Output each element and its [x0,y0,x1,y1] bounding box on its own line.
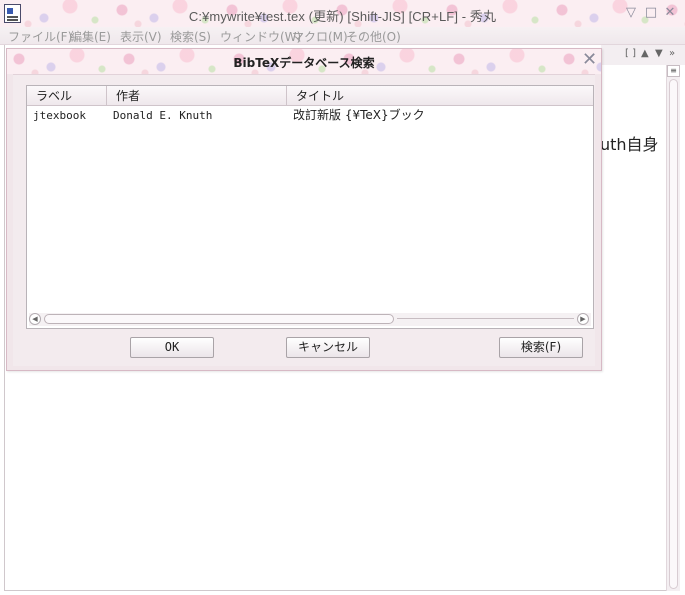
bracket-icon[interactable]: [ ] [625,48,636,59]
menu-macro[interactable]: マクロ(M) [292,28,348,45]
menu-file[interactable]: ファイル(F) [8,28,72,45]
chevron-right-icon[interactable]: » [669,48,675,59]
menu-bar: ファイル(F) 編集(E) 表示(V) 検索(S) ウィンドウ(W) マクロ(M… [0,27,685,45]
ok-button[interactable]: OK [130,337,214,358]
horizontal-scroll-track[interactable] [397,318,574,321]
results-horizontal-scrollbar[interactable]: ◀ ▶ [29,313,591,326]
dialog-body: ラベル 作者 タイトル jtexbook Donald E. Knuth 改訂新… [13,74,595,366]
results-list[interactable]: ラベル 作者 タイトル jtexbook Donald E. Knuth 改訂新… [26,85,594,329]
menu-window[interactable]: ウィンドウ(W) [220,28,301,45]
column-header-author[interactable]: 作者 [107,86,287,106]
row-label-cell: jtexbook [33,109,86,122]
dialog-titlebar[interactable]: BibTeXデータベース検索 ✕ [7,49,601,74]
table-row[interactable]: jtexbook Donald E. Knuth 改訂新版 {¥TeX}ブック [27,107,593,124]
search-button[interactable]: 検索(F) [499,337,583,358]
window-titlebar: C:¥mywrite¥test.tex (更新) [Shift-JIS] [CR… [0,0,685,27]
scroll-up-icon[interactable]: ▲ [641,48,649,59]
editor-vertical-scrollbar[interactable]: ≡ [666,65,680,591]
window-title: C:¥mywrite¥test.tex (更新) [Shift-JIS] [CR… [188,9,497,24]
close-icon[interactable]: ✕ [663,6,677,20]
bibtex-search-dialog: BibTeXデータベース検索 ✕ ラベル 作者 タイトル jtexbook Do… [6,48,602,371]
scroll-left-icon[interactable]: ◀ [29,313,41,325]
menu-other[interactable]: その他(O) [346,28,401,45]
cancel-button[interactable]: キャンセル [286,337,370,358]
editor-visible-text: uth自身 [600,135,659,154]
scrollbar-menu-icon[interactable]: ≡ [667,65,680,77]
menu-search[interactable]: 検索(S) [170,28,211,45]
row-author-cell: Donald E. Knuth [113,109,213,122]
minimize-icon[interactable]: ▽ [624,6,638,20]
menu-view[interactable]: 表示(V) [120,28,162,45]
horizontal-scroll-thumb[interactable] [44,314,394,324]
dialog-close-icon[interactable]: ✕ [581,51,598,69]
maximize-icon[interactable]: □ [644,6,658,20]
scroll-down-icon[interactable]: ▼ [655,48,663,59]
scroll-right-icon[interactable]: ▶ [577,313,589,325]
results-list-header: ラベル 作者 タイトル [27,86,593,106]
dialog-title: BibTeXデータベース検索 [233,56,375,70]
row-title-cell: 改訂新版 {¥TeX}ブック [293,108,425,122]
editor-scroll-thumb[interactable] [669,79,678,589]
column-header-title[interactable]: タイトル [287,86,593,106]
column-header-label[interactable]: ラベル [27,86,107,106]
menu-edit[interactable]: 編集(E) [70,28,111,45]
tool-strip: [ ] ▲ ▼ » [601,45,685,65]
